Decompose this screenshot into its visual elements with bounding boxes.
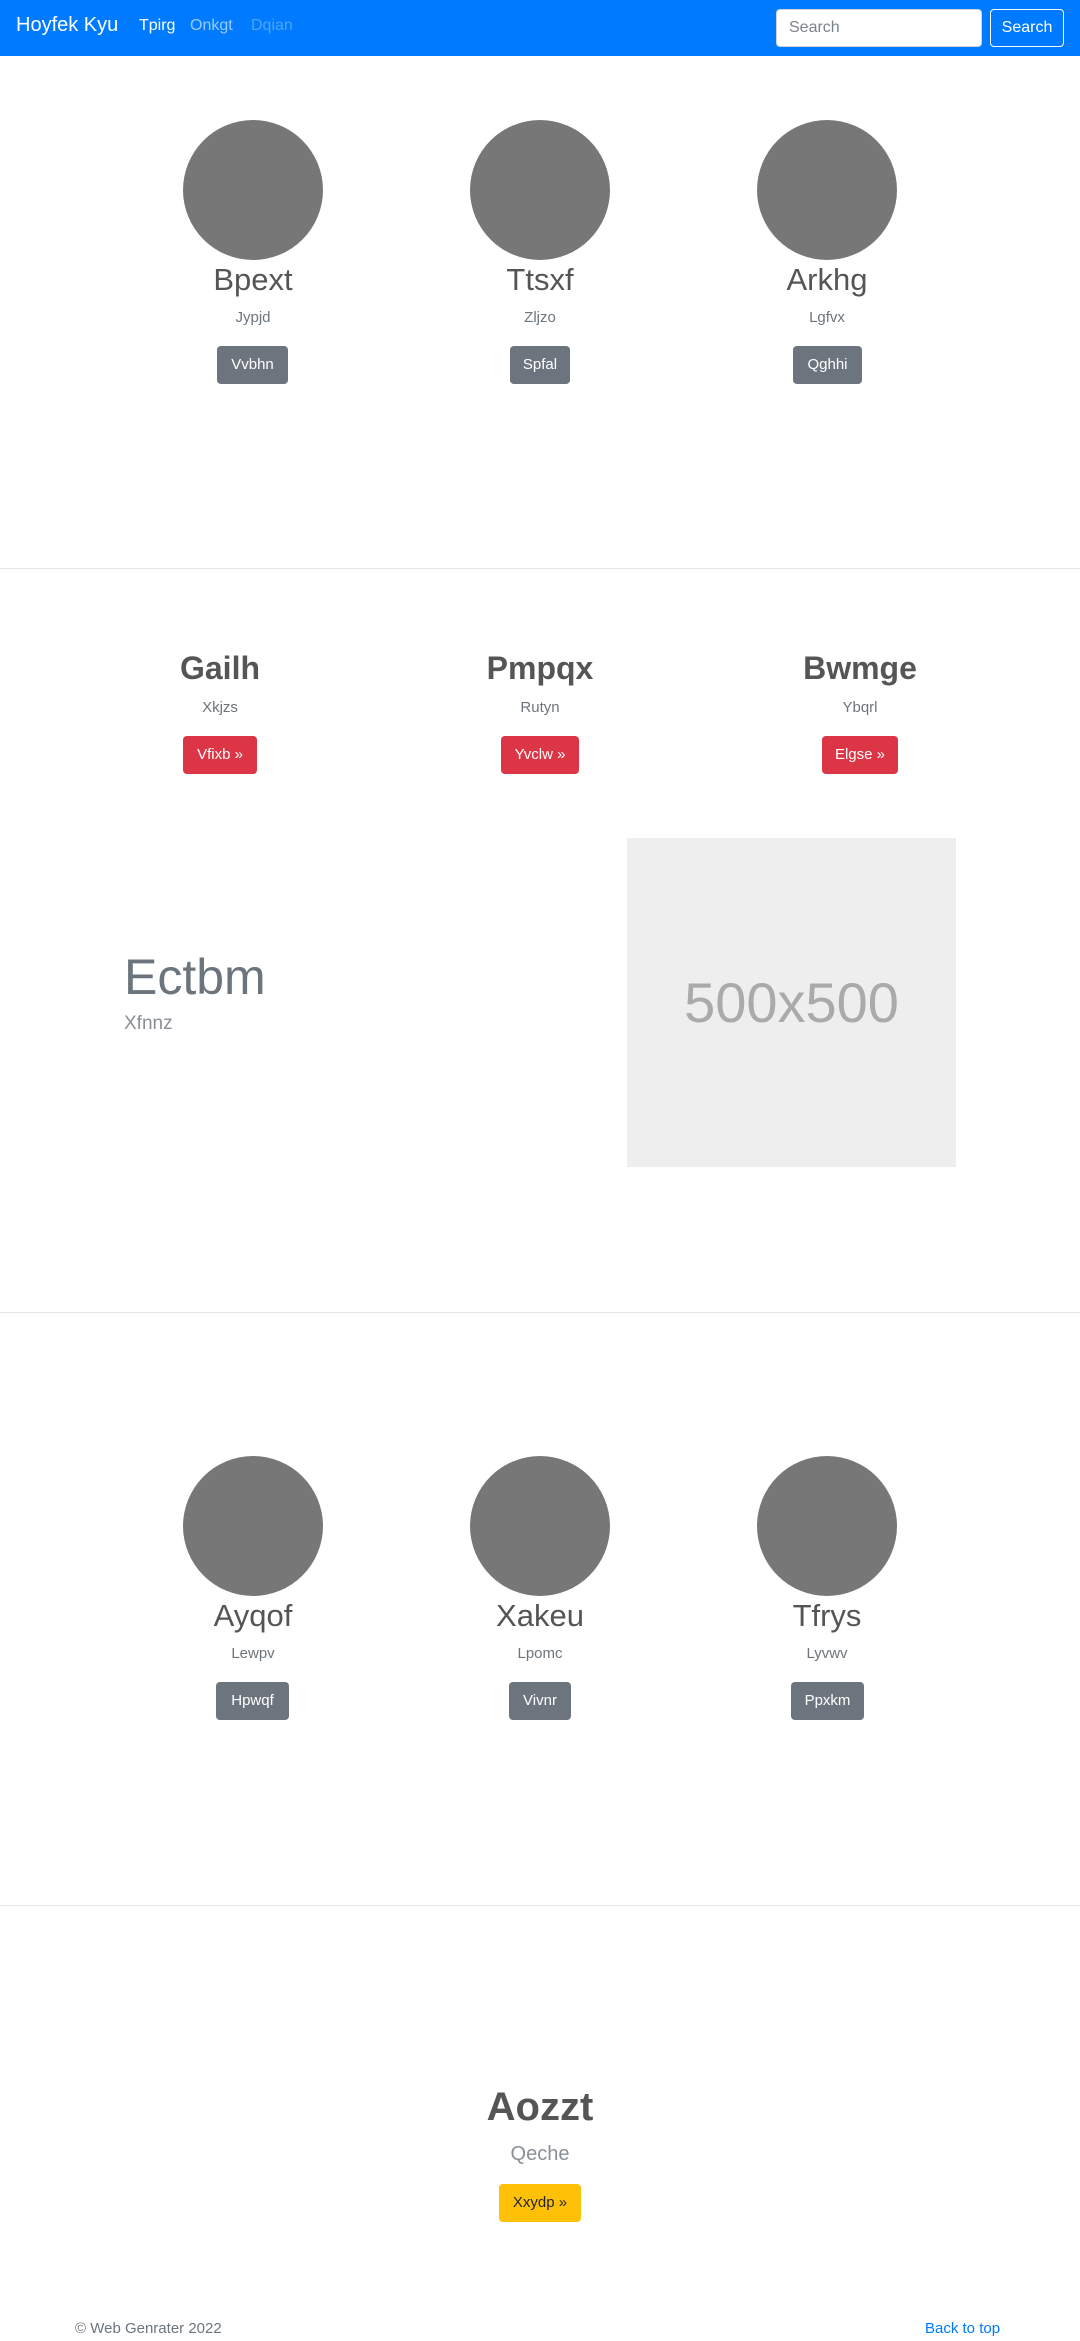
hero-subtitle: Xfnnz <box>124 1013 173 1034</box>
navbar: Hoyfek Kyu Tpirg Onkgt Dqian Search <box>0 0 1080 56</box>
person-subtitle: Lpomc <box>517 1645 563 1662</box>
profile-button[interactable]: Ppxkm <box>791 1682 864 1720</box>
profile-button[interactable]: Vvbhn <box>217 346 288 384</box>
profile-button[interactable]: Vivnr <box>509 1682 571 1720</box>
person-name: Ttsxf <box>506 262 574 297</box>
cta-subtitle: Qeche <box>510 2143 570 2165</box>
section-divider <box>0 1312 1080 1313</box>
section-divider <box>0 1905 1080 1906</box>
avatar <box>470 1456 610 1596</box>
person-subtitle: Lgfvx <box>809 309 845 326</box>
person-subtitle: Jypjd <box>235 309 271 326</box>
feature-subtitle: Ybqrl <box>842 699 878 716</box>
person-subtitle: Lyvwv <box>806 1645 848 1662</box>
feature-button[interactable]: Elgse » <box>822 736 898 774</box>
nav-link-onkgt[interactable]: Onkgt <box>190 17 233 35</box>
image-placeholder: 500x500 <box>627 838 956 1167</box>
avatar <box>757 1456 897 1596</box>
person-subtitle: Lewpv <box>231 1645 275 1662</box>
feature-title: Pmpqx <box>486 650 594 686</box>
avatar <box>183 1456 323 1596</box>
feature-subtitle: Rutyn <box>520 699 560 716</box>
person-subtitle: Zljzo <box>524 309 556 326</box>
profile-button[interactable]: Spfal <box>510 346 570 384</box>
footer-copyright: © Web Genrater 2022 <box>75 2320 222 2337</box>
feature-button[interactable]: Yvclw » <box>501 736 579 774</box>
profile-button[interactable]: Hpwqf <box>216 1682 289 1720</box>
feature-title: Gailh <box>179 650 260 686</box>
profile-button[interactable]: Qghhi <box>793 346 862 384</box>
person-name: Bpext <box>213 262 293 297</box>
avatar <box>470 120 610 260</box>
person-name: Ayqof <box>213 1598 293 1633</box>
person-name: Xakeu <box>496 1598 584 1633</box>
nav-link-dqian[interactable]: Dqian <box>251 17 293 35</box>
back-to-top-link[interactable]: Back to top <box>925 2320 1000 2337</box>
avatar <box>757 120 897 260</box>
person-name: Tfrys <box>792 1598 862 1633</box>
feature-subtitle: Xkjzs <box>202 699 238 716</box>
feature-button[interactable]: Vfixb » <box>183 736 257 774</box>
search-input[interactable] <box>776 9 982 47</box>
navbar-brand[interactable]: Hoyfek Kyu <box>16 14 118 37</box>
section-divider <box>0 568 1080 569</box>
cta-button[interactable]: Xxydp » <box>499 2184 581 2222</box>
avatar <box>183 120 323 260</box>
image-placeholder-label: 500x500 <box>684 971 899 1034</box>
hero-title: Ectbm <box>124 949 266 1005</box>
person-name: Arkhg <box>786 262 868 297</box>
feature-title: Bwmge <box>803 650 917 686</box>
search-button[interactable]: Search <box>990 9 1064 47</box>
cta-title: Aozzt <box>486 2085 594 2129</box>
nav-link-tpirg[interactable]: Tpirg <box>139 17 175 35</box>
